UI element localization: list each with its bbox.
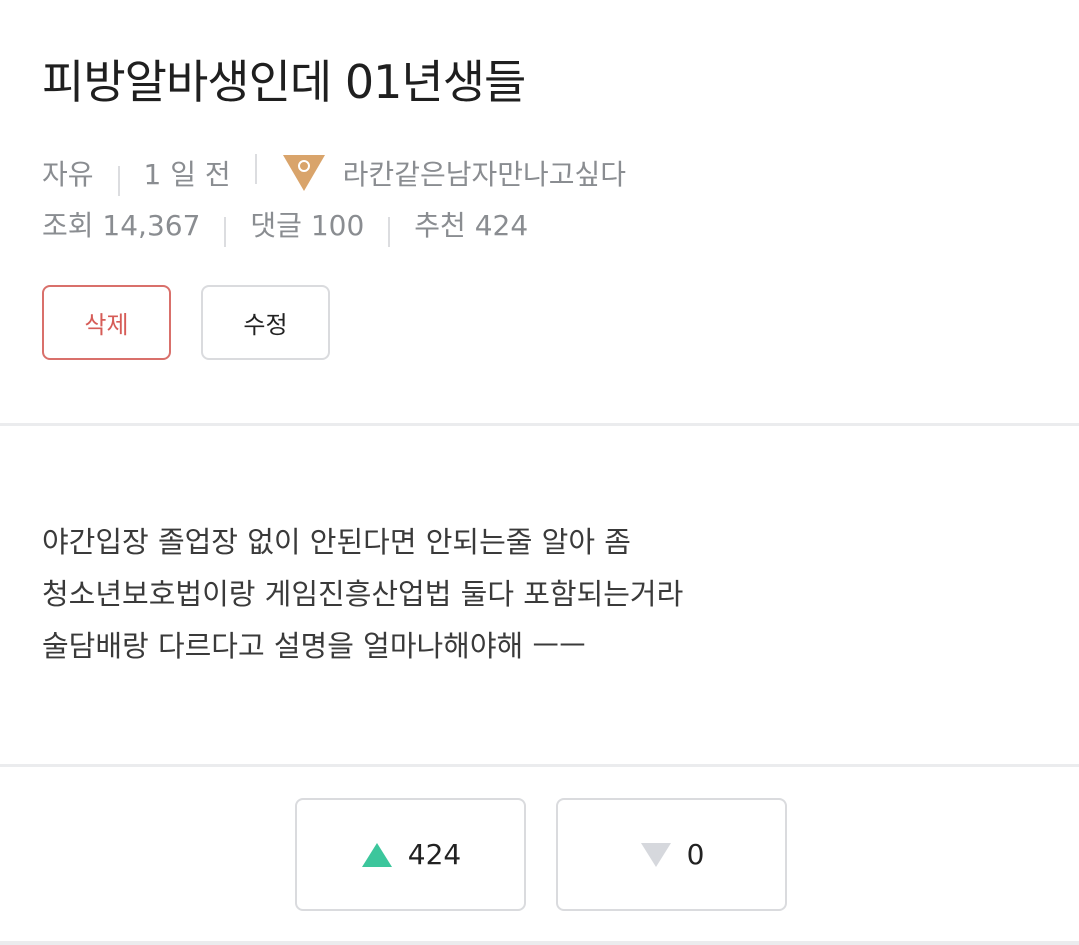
level-badge-icon [281, 153, 327, 193]
comment-count[interactable]: 댓글 100 [250, 204, 364, 244]
upvote-triangle-icon [361, 842, 392, 867]
post-stats-row: 조회 14,367 댓글 100 추천 424 [42, 204, 529, 247]
upvote-button[interactable]: 424 [295, 798, 526, 911]
downvote-count: 0 [686, 838, 705, 871]
post-action-buttons: 삭제 수정 [42, 285, 330, 360]
post-header: 피방알바생인데 01년생들 자유 1 일 전 라칸같은남자만나고싶다 조회 14… [0, 0, 1079, 423]
meta-divider [224, 217, 227, 247]
post-category[interactable]: 자유 [42, 153, 94, 193]
meta-divider [254, 154, 257, 184]
upvote-count: 424 [407, 838, 462, 871]
post-body-line: 술담배랑 다르다고 설명을 얼마나해야해 ㅡㅡ [42, 629, 586, 663]
post-meta-row: 자유 1 일 전 라칸같은남자만나고싶다 [42, 153, 626, 196]
meta-divider [388, 217, 391, 247]
recommend-count: 추천 424 [414, 209, 529, 242]
meta-divider [117, 166, 120, 196]
post-title: 피방알바생인데 01년생들 [42, 55, 526, 109]
section-divider [0, 423, 1079, 426]
post-author[interactable]: 라칸같은남자만나고싶다 [281, 153, 626, 193]
author-name[interactable]: 라칸같은남자만나고싶다 [343, 153, 626, 193]
section-divider [0, 764, 1079, 767]
post-body: 야간입장 졸업장 없이 안된다면 안되는줄 알아 좀 청소년보호법이랑 게임진흥… [42, 516, 1042, 672]
downvote-button[interactable]: 0 [556, 798, 787, 911]
section-divider [0, 941, 1079, 945]
post-body-line: 야간입장 졸업장 없이 안된다면 안되는줄 알아 좀 [42, 525, 631, 559]
post-time: 1 일 전 [143, 158, 231, 191]
vote-buttons: 424 0 [295, 798, 787, 911]
delete-button[interactable]: 삭제 [42, 285, 171, 360]
edit-button[interactable]: 수정 [201, 285, 330, 360]
post-body-line: 청소년보호법이랑 게임진흥산업법 둘다 포함되는거라 [42, 577, 684, 611]
view-count: 조회 14,367 [42, 209, 201, 242]
downvote-triangle-icon [640, 842, 671, 867]
